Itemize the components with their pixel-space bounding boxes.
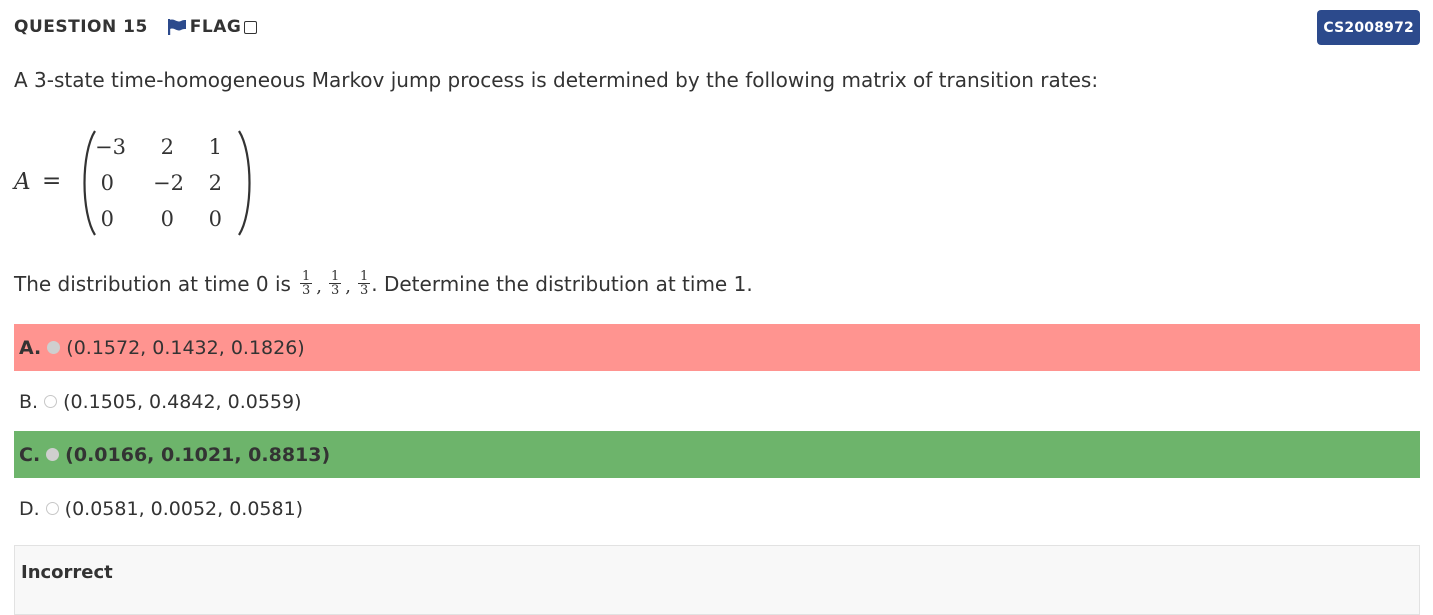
answer-option-c[interactable]: C. (0.0166, 0.1021, 0.8813) (14, 431, 1420, 478)
distribution-statement: The distribution at time 0 is 1 3 , 1 3 … (14, 270, 753, 297)
option-letter: D. (19, 497, 40, 520)
matrix-name: A (14, 169, 31, 195)
distribution-prefix: The distribution at time 0 is (14, 271, 291, 296)
option-radio[interactable] (45, 502, 59, 515)
flag-toggle[interactable]: FLAG (166, 17, 258, 37)
option-text: (0.0581, 0.0052, 0.0581) (64, 497, 304, 520)
fraction: 1 3 (328, 269, 342, 298)
fraction-separator: , (316, 276, 322, 297)
matrix-cell: 0 (100, 171, 114, 195)
matrix-cell: 2 (208, 171, 222, 195)
option-text: (0.1572, 0.1432, 0.1826) (66, 336, 305, 359)
flag-label: FLAG (189, 17, 242, 37)
fraction-separator: , (345, 276, 351, 297)
matrix-cell: −3 (95, 135, 126, 159)
right-paren (238, 130, 251, 236)
option-letter: A. (19, 336, 42, 359)
transition-matrix: A = −3 2 1 0 −2 2 0 0 0 (14, 128, 254, 238)
answer-option-b[interactable]: B. (0.1505, 0.4842, 0.0559) (14, 378, 1420, 425)
answer-option-d[interactable]: D. (0.0581, 0.0052, 0.0581) (14, 485, 1420, 532)
option-radio[interactable] (46, 448, 60, 461)
feedback-text: Incorrect (21, 562, 113, 583)
matrix-cell: 0 (160, 207, 174, 231)
flag-checkbox[interactable] (244, 20, 258, 34)
fraction: 1 3 (299, 269, 313, 298)
option-text: (0.1505, 0.4842, 0.0559) (63, 390, 302, 413)
question-prompt: A 3-state time-homogeneous Markov jump p… (14, 68, 1099, 92)
matrix-equals: = (42, 168, 62, 194)
fraction: 1 3 (357, 269, 371, 298)
matrix-cell: 2 (160, 135, 174, 159)
option-radio[interactable] (44, 395, 58, 408)
question-header: QUESTION 15 FLAG (14, 14, 258, 40)
option-radio[interactable] (47, 341, 61, 354)
matrix-cell: 0 (100, 207, 114, 231)
option-text: (0.0166, 0.1021, 0.8813) (65, 443, 331, 466)
question-code-badge: CS2008972 (1317, 10, 1420, 45)
question-number: QUESTION 15 (14, 17, 148, 37)
flag-icon (166, 17, 188, 37)
matrix-cell: 1 (208, 135, 222, 159)
matrix-cell: −2 (153, 171, 184, 195)
distribution-suffix: . Determine the distribution at time 1. (371, 271, 753, 296)
matrix-cell: 0 (208, 207, 222, 231)
answer-option-a[interactable]: A. (0.1572, 0.1432, 0.1826) (14, 324, 1420, 371)
option-letter: B. (19, 390, 39, 413)
option-letter: C. (19, 443, 41, 466)
feedback-panel: Incorrect (14, 545, 1420, 615)
